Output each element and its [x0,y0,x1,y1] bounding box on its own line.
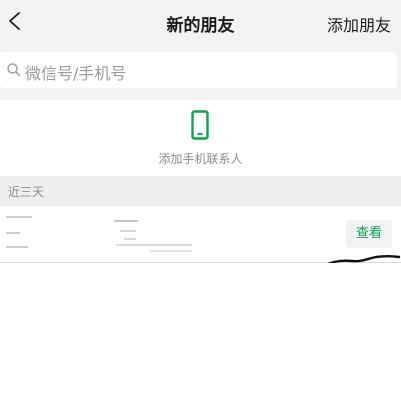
section-header-label: 近三天 [8,185,45,199]
empty-list-area [0,263,401,408]
add-phone-contacts-label: 添加手机联系人 [158,152,243,166]
search-icon [7,63,21,77]
search-input[interactable]: 微信号/手机号 [0,52,397,88]
add-friend-button[interactable]: 添加朋友 [327,12,391,36]
view-button[interactable]: 查看 [346,220,392,248]
top-navigation-bar: 新的朋友 添加朋友 [0,0,401,44]
search-placeholder: 微信号/手机号 [25,64,127,83]
section-header: 近三天 [0,176,401,206]
search-area: 微信号/手机号 [0,44,401,100]
phone-icon [191,110,209,140]
add-phone-contacts[interactable]: 添加手机联系人 [0,100,401,176]
